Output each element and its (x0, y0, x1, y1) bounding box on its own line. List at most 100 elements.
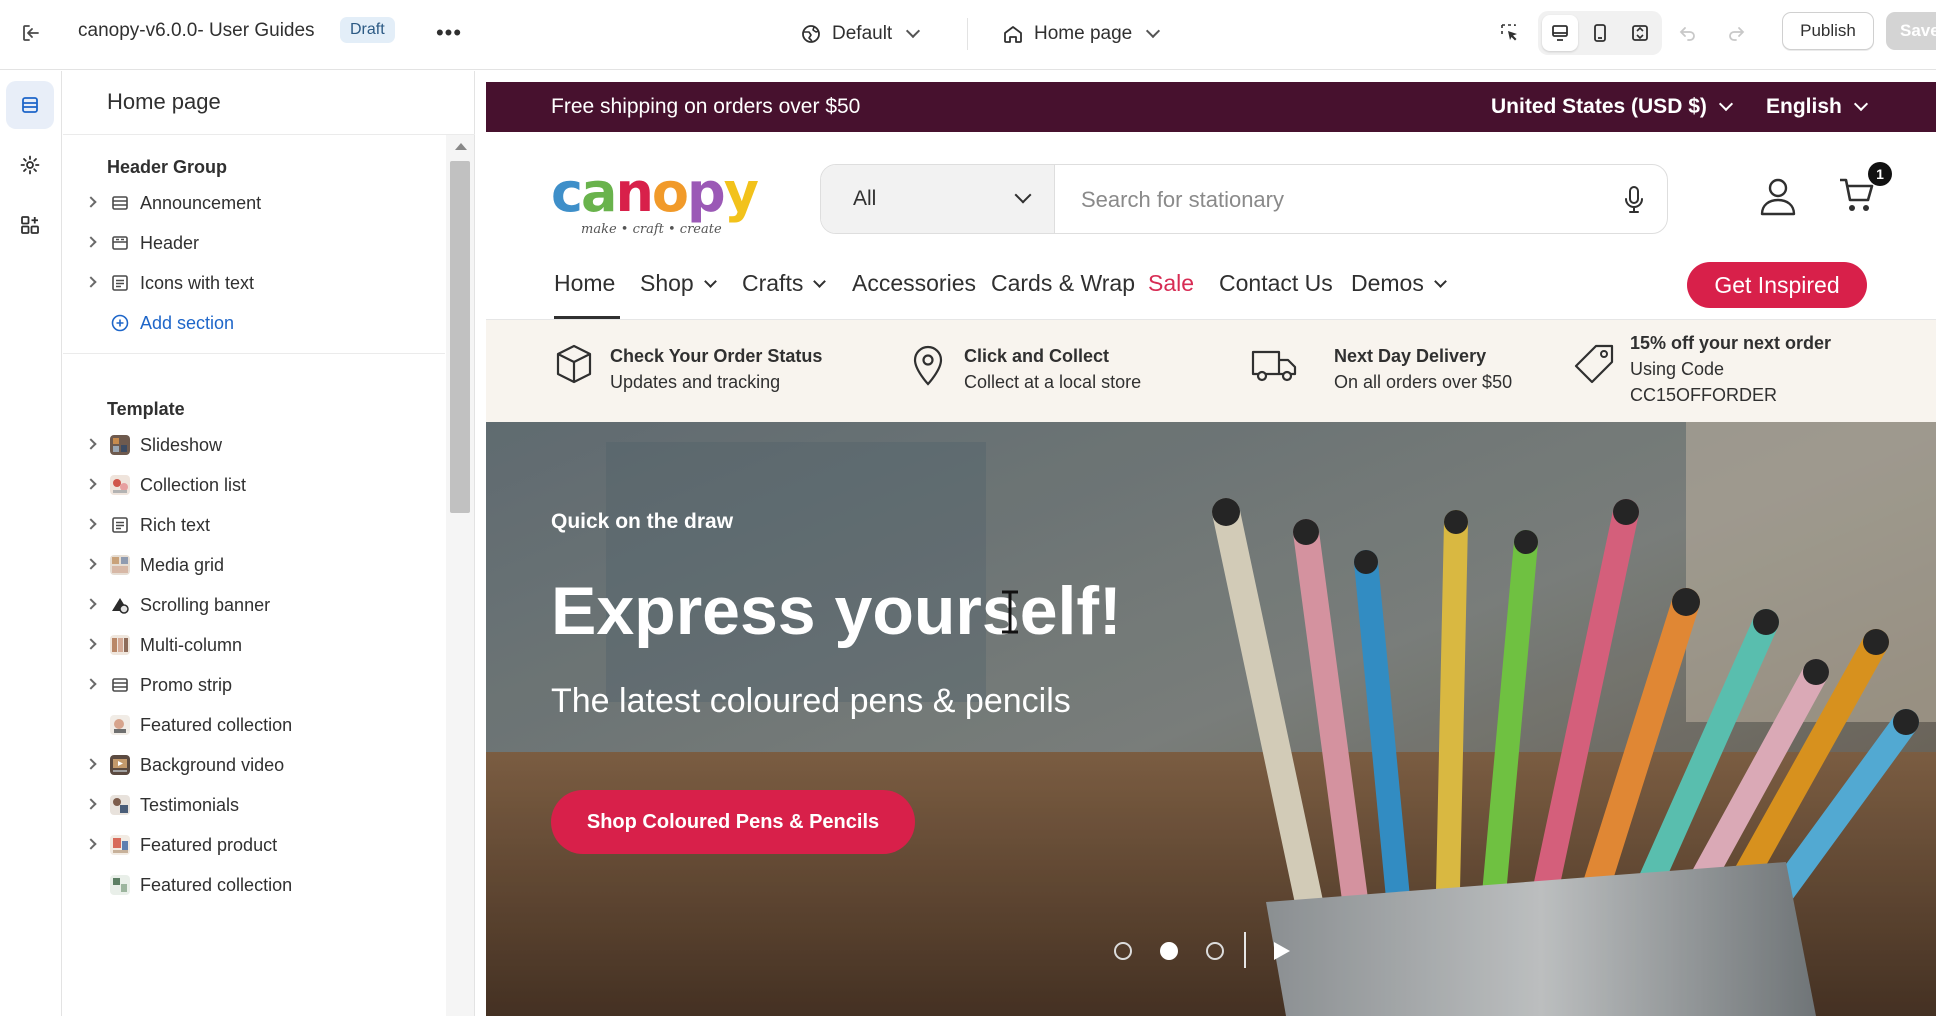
section-item-slideshow[interactable]: Slideshow (63, 425, 445, 465)
add-section-button[interactable]: Add section (63, 303, 445, 343)
nav-item-home[interactable]: Home (554, 270, 615, 297)
chevron-right-icon[interactable] (85, 236, 97, 248)
microphone-icon[interactable] (1621, 185, 1647, 215)
section-item-scrolling-banner[interactable]: Scrolling banner (63, 585, 445, 625)
nav-item-label: Accessories (852, 270, 976, 296)
nav-item-label: Sale (1148, 270, 1195, 296)
chevron-right-icon[interactable] (85, 798, 97, 810)
section-item-rich-text[interactable]: Rich text (63, 505, 445, 545)
chevron-down-icon (1014, 186, 1032, 204)
chevron-down-icon (1718, 96, 1733, 112)
section-item-label: Icons with text (140, 273, 255, 293)
chevron-right-icon[interactable] (85, 276, 97, 288)
section-item-media-grid[interactable]: Media grid (63, 545, 445, 585)
section-item-featured-collection-2[interactable]: Featured collection (63, 865, 445, 905)
redo-button[interactable] (1718, 15, 1754, 51)
section-item-promo-strip[interactable]: Promo strip (63, 665, 445, 705)
language-selector[interactable]: English (1766, 95, 1868, 119)
search-category-select[interactable]: All (821, 165, 1055, 233)
language-label: English (1766, 95, 1842, 118)
apps-tab-button[interactable] (6, 201, 54, 249)
slide-dot[interactable] (1114, 942, 1132, 960)
section-item-header[interactable]: Header (63, 223, 445, 263)
nav-item-crafts[interactable]: Crafts (742, 270, 827, 297)
chevron-down-icon (703, 274, 717, 288)
sidebar-scrollbar[interactable] (446, 135, 474, 1016)
undo-button[interactable] (1670, 15, 1706, 51)
usp-title: 15% off your next order (1630, 333, 1832, 353)
mobile-view-button[interactable] (1582, 15, 1618, 51)
hero-cta-button[interactable]: Shop Coloured Pens & Pencils (551, 790, 915, 854)
nav-item-shop[interactable]: Shop (640, 270, 717, 297)
exit-editor-button[interactable] (14, 16, 48, 50)
chevron-down-icon (1433, 274, 1447, 288)
scrollbar-thumb[interactable] (450, 161, 470, 513)
sections-tab-button[interactable] (6, 81, 54, 129)
currency-selector[interactable]: United States (USD $) (1491, 95, 1733, 119)
chevron-down-icon (1146, 23, 1161, 39)
expand-icon (1632, 25, 1648, 41)
nav-item-label: Contact Us (1219, 270, 1333, 296)
section-item-featured-collection[interactable]: Featured collection (63, 705, 445, 745)
play-icon[interactable] (1274, 942, 1290, 960)
scroll-up-arrow-icon[interactable] (455, 143, 467, 150)
slide-dot[interactable] (1206, 942, 1224, 960)
active-nav-underline (554, 316, 620, 319)
page-selector[interactable]: Home page (1002, 14, 1161, 54)
announcement-bar[interactable]: Free shipping on orders over $50 United … (486, 82, 1936, 132)
publish-button[interactable]: Publish (1782, 12, 1874, 50)
store-logo[interactable]: canopy make • craft • create (551, 166, 759, 238)
nav-item-cards-wrap[interactable]: Cards & Wrap (991, 270, 1135, 297)
save-button[interactable]: Save (1886, 12, 1936, 50)
chevron-right-icon[interactable] (85, 438, 97, 450)
nav-item-label: Home (554, 270, 616, 296)
chevron-right-icon[interactable] (85, 838, 97, 850)
chevron-right-icon[interactable] (85, 638, 97, 650)
nav-item-sale[interactable]: Sale (1148, 270, 1194, 297)
nav-item-accessories[interactable]: Accessories (852, 270, 976, 297)
sidebar-title: Home page (107, 89, 221, 114)
chevron-right-icon[interactable] (85, 758, 97, 770)
section-item-testimonials[interactable]: Testimonials (63, 785, 445, 825)
hero-slideshow: Quick on the draw Express yourself! The … (486, 422, 1936, 1016)
section-item-featured-product[interactable]: Featured product (63, 825, 445, 865)
nav-item-contact[interactable]: Contact Us (1219, 270, 1333, 297)
chevron-right-icon[interactable] (85, 478, 97, 490)
section-item-background-video[interactable]: Background video (63, 745, 445, 785)
section-item-label: Rich text (140, 515, 211, 535)
chevron-right-icon[interactable] (85, 598, 97, 610)
page-selector-label: Home page (1034, 23, 1133, 44)
device-switcher (1538, 11, 1662, 55)
chevron-right-icon[interactable] (85, 558, 97, 570)
usp-subtitle: Collect at a local store (964, 372, 1142, 392)
announcement-text: Free shipping on orders over $50 (551, 95, 861, 118)
desktop-view-button[interactable] (1542, 15, 1578, 51)
locale-selector[interactable]: Default (800, 14, 921, 54)
chevron-right-icon[interactable] (85, 518, 97, 530)
get-inspired-button[interactable]: Get Inspired (1687, 262, 1867, 308)
controls-divider (1244, 932, 1246, 968)
inspector-button[interactable] (1492, 15, 1528, 51)
account-icon[interactable] (1758, 176, 1798, 216)
section-item-icons-with-text[interactable]: Icons with text (63, 263, 445, 303)
nav-item-label: Demos (1351, 270, 1424, 296)
section-item-label: Testimonials (140, 795, 240, 815)
section-layout-icon (112, 196, 128, 210)
chevron-down-icon (1853, 96, 1868, 112)
text-layout-icon (112, 275, 128, 291)
delivery-truck-icon (1251, 350, 1297, 382)
more-actions-button[interactable]: ••• (432, 16, 466, 50)
chevron-right-icon[interactable] (85, 196, 97, 208)
multicolumn-thumb-icon (110, 635, 130, 655)
section-item-collection-list[interactable]: Collection list (63, 465, 445, 505)
section-item-multi-column[interactable]: Multi-column (63, 625, 445, 665)
gear-icon (20, 155, 40, 175)
slide-dot-active[interactable] (1160, 942, 1178, 960)
section-item-announcement[interactable]: Announcement (63, 183, 445, 223)
search-input[interactable]: Search for stationary (1081, 187, 1284, 213)
theme-settings-tab-button[interactable] (6, 141, 54, 189)
chevron-right-icon[interactable] (85, 678, 97, 690)
nav-item-demos[interactable]: Demos (1351, 270, 1447, 297)
fullscreen-view-button[interactable] (1622, 15, 1658, 51)
usp-title: Click and Collect (964, 346, 1110, 366)
